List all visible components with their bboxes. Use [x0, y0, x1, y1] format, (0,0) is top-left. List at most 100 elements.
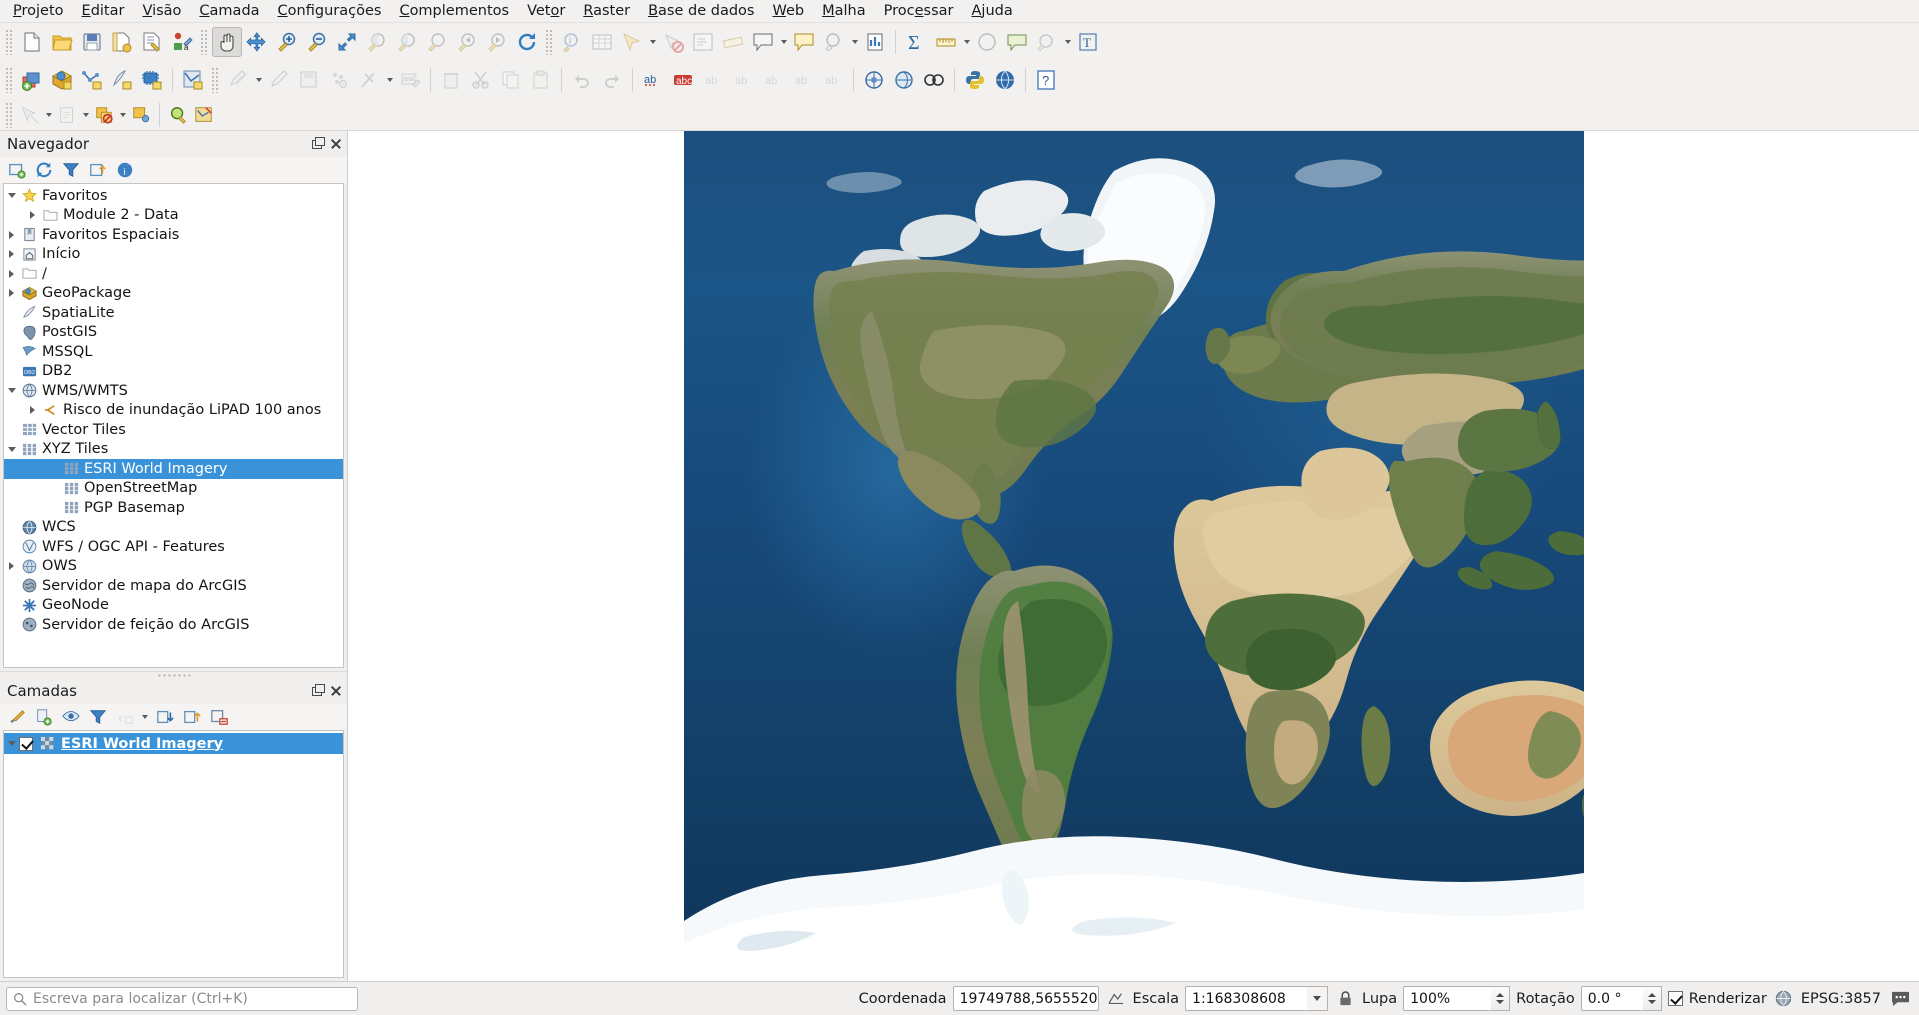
browser-panel-close-button[interactable] [329, 137, 343, 151]
remove-layer-icon[interactable] [206, 705, 231, 729]
overlay-icon[interactable] [889, 65, 919, 95]
menu-item-base-de-dados[interactable]: Base de dados [639, 1, 763, 22]
layers-panel-float-button[interactable] [312, 684, 326, 698]
zoom-full-icon[interactable] [332, 27, 362, 57]
change-label-icon[interactable]: ab [818, 65, 848, 95]
rotation-value[interactable]: 0.0 ° [1580, 986, 1643, 1011]
zoom-native-icon[interactable] [422, 27, 452, 57]
refresh-icon[interactable] [31, 158, 56, 182]
pan-to-selection-icon[interactable] [242, 27, 272, 57]
properties-icon[interactable]: i [112, 158, 137, 182]
add-wms-layer-icon[interactable] [178, 65, 208, 95]
browser-tree-item[interactable]: WMS/WMTS [4, 381, 343, 401]
browser-tree-item[interactable]: Module 2 - Data [4, 206, 343, 226]
select-by-expression-icon[interactable] [688, 27, 718, 57]
browser-tree-item[interactable]: GeoPackage [4, 284, 343, 304]
select-by-value-icon[interactable] [54, 102, 80, 128]
browser-panel-float-button[interactable] [312, 137, 326, 151]
select-by-area-icon[interactable] [17, 102, 43, 128]
collapse-all-icon[interactable] [179, 705, 204, 729]
toolbar-grip-nav[interactable] [200, 29, 209, 55]
current-edits-dropdown-icon[interactable] [253, 65, 264, 95]
georeferencer-icon[interactable] [919, 65, 949, 95]
zoom-selection-icon[interactable] [362, 27, 392, 57]
add-point-feature-icon[interactable] [324, 65, 354, 95]
map-tip-bubble-icon[interactable] [1002, 27, 1032, 57]
python-console-icon[interactable] [960, 65, 990, 95]
chevron-right-icon[interactable] [4, 289, 19, 297]
collapse-all-icon[interactable] [85, 158, 110, 182]
cut-features-icon[interactable] [466, 65, 496, 95]
browser-tree-item[interactable]: OpenStreetMap [4, 479, 343, 499]
text-annotation-icon[interactable] [819, 27, 849, 57]
chevron-right-icon[interactable] [25, 211, 40, 219]
filter-legend-dropdown-icon[interactable] [139, 705, 150, 729]
select-features-dropdown-icon[interactable] [647, 27, 658, 57]
invert-selection-icon[interactable] [128, 102, 154, 128]
crs-globe-icon[interactable] [1773, 990, 1795, 1007]
browser-tree-item[interactable]: / [4, 264, 343, 284]
toggle-extents-icon[interactable] [1105, 991, 1127, 1007]
scale-dropdown-arrow-icon[interactable] [1307, 986, 1329, 1011]
statistical-summary-icon[interactable] [860, 27, 890, 57]
browser-tree-item[interactable]: Vector Tiles [4, 420, 343, 440]
identify-features-icon[interactable]: i [557, 27, 587, 57]
toolbar-grip-selection[interactable] [5, 101, 14, 128]
undo-icon[interactable] [567, 65, 597, 95]
select-all-dropdown-icon[interactable] [117, 100, 128, 130]
deselect-features-icon[interactable] [658, 27, 688, 57]
paste-features-icon[interactable] [526, 65, 556, 95]
menu-item-configura-es[interactable]: Configurações [269, 1, 391, 22]
layer-visibility-checkbox[interactable] [19, 736, 33, 751]
help-icon[interactable]: ? [1031, 65, 1061, 95]
magnifier-spinbox[interactable]: 100% [1403, 986, 1511, 1011]
add-raster-layer-icon[interactable] [47, 65, 77, 95]
add-postgis-layer-icon[interactable] [137, 65, 167, 95]
save-layer-edits-icon[interactable] [294, 65, 324, 95]
measure-icon[interactable] [931, 27, 961, 57]
browser-tree-item[interactable]: Favoritos [4, 186, 343, 206]
chevron-down-icon[interactable] [4, 741, 19, 746]
show-map-tips-icon[interactable] [748, 27, 778, 57]
browser-tree-item[interactable]: GeoNode [4, 596, 343, 616]
current-edits-icon[interactable] [223, 65, 253, 95]
add-delimited-text-layer-icon[interactable] [107, 65, 137, 95]
copy-features-icon[interactable] [496, 65, 526, 95]
layers-panel-close-button[interactable] [329, 684, 343, 698]
toggle-editing-icon[interactable] [264, 65, 294, 95]
move-label-icon[interactable]: ab [758, 65, 788, 95]
map-tips-icon[interactable] [191, 102, 217, 128]
measure-line-icon[interactable] [718, 27, 748, 57]
pin-labels-icon[interactable]: ab [698, 65, 728, 95]
browser-tree[interactable]: Favoritos Module 2 - Data Favoritos Espaci… [3, 183, 344, 668]
style-manager-icon[interactable]: a [167, 27, 197, 57]
annotation-dropdown-icon[interactable] [849, 27, 860, 57]
save-project-icon[interactable] [77, 27, 107, 57]
layers-panel-grip[interactable] [0, 671, 347, 678]
chevron-down-icon[interactable] [4, 193, 19, 198]
select-features-icon[interactable] [617, 27, 647, 57]
chevron-right-icon[interactable] [25, 406, 40, 414]
open-attribute-table-icon[interactable] [587, 27, 617, 57]
delete-selected-icon[interactable] [436, 65, 466, 95]
menu-item-projeto[interactable]: Projeto [4, 1, 73, 22]
layers-tree[interactable]: ESRI World Imagery [3, 730, 344, 978]
crs-label[interactable]: EPSG:3857 [1801, 991, 1881, 1007]
browser-tree-item[interactable]: PGP Basemap [4, 498, 343, 518]
vertex-tool-dropdown-icon[interactable] [384, 65, 395, 95]
label-toggle-icon[interactable]: ab [638, 65, 668, 95]
menu-item-editar[interactable]: Editar [73, 1, 134, 22]
rotation-stepper[interactable] [1642, 986, 1662, 1011]
menu-item-raster[interactable]: Raster [574, 1, 639, 22]
open-layer-styling-icon[interactable] [4, 705, 29, 729]
menu-item-processar[interactable]: Processar [875, 1, 963, 22]
menu-item-ajuda[interactable]: Ajuda [963, 1, 1022, 22]
annotation-tool-icon[interactable] [1032, 27, 1062, 57]
menu-item-malha[interactable]: Malha [813, 1, 875, 22]
lock-scale-icon[interactable] [1334, 990, 1356, 1007]
browser-tree-item[interactable]: DB2 DB2 [4, 362, 343, 382]
menu-item-complementos[interactable]: Complementos [390, 1, 518, 22]
map-canvas[interactable] [348, 131, 1919, 981]
open-project-icon[interactable] [47, 27, 77, 57]
chevron-right-icon[interactable] [4, 270, 19, 278]
